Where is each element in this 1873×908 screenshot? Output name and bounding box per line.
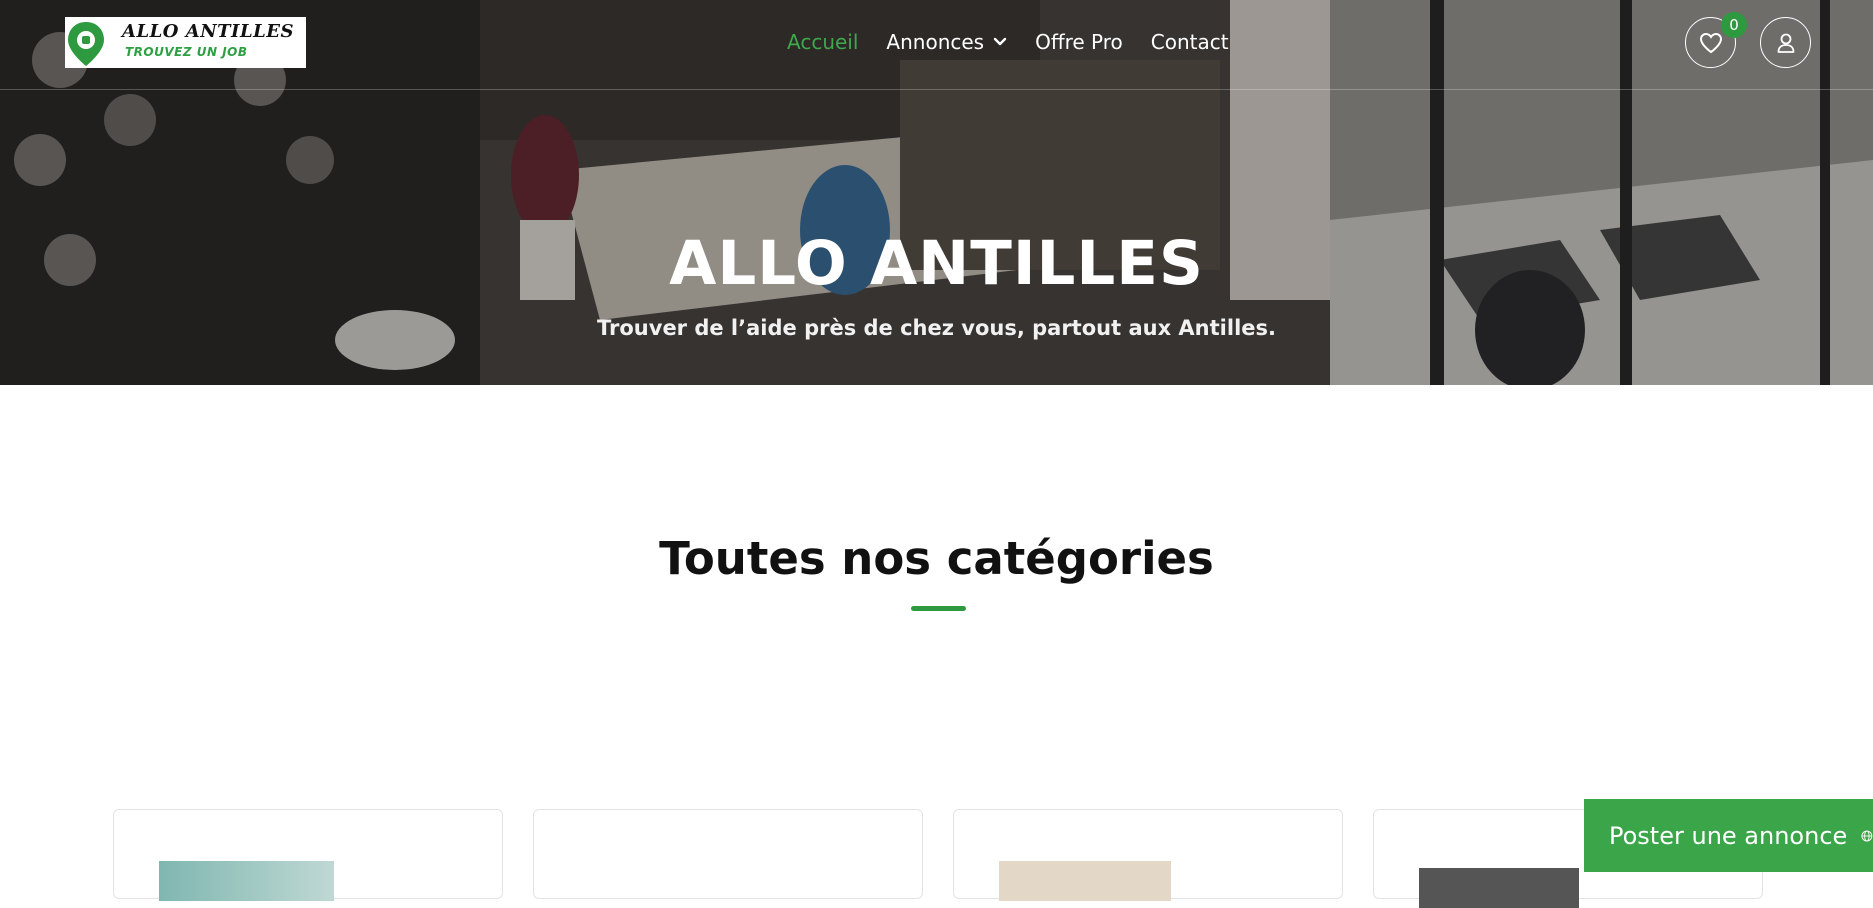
nav-item-offre-pro[interactable]: Offre Pro [1035,30,1123,54]
nav-item-contact[interactable]: Contact [1151,30,1229,54]
hero-title: ALLO ANTILLES [669,228,1204,299]
heart-icon [1699,32,1722,53]
logo-title: ALLO ANTILLES [122,21,294,42]
title-underline [911,606,966,611]
category-card[interactable] [953,809,1343,901]
post-ad-label: Poster une annonce [1609,821,1848,850]
nav-item-label: Offre Pro [1035,30,1123,54]
nav-item-annonces[interactable]: Annonces [886,30,1007,54]
categories-title: Toutes nos catégories [659,532,1214,585]
category-card[interactable] [113,809,503,901]
chevron-down-icon [993,37,1007,46]
nav-item-accueil[interactable]: Accueil [787,30,858,54]
category-image [999,861,1171,901]
globe-icon [1861,830,1873,841]
account-button[interactable] [1760,17,1811,68]
top-navbar: ALLO ANTILLES TROUVEZ UN JOB Accueil Ann… [0,0,1873,90]
logo-tagline: TROUVEZ UN JOB [125,45,248,59]
category-card[interactable] [533,809,923,899]
nav-item-label: Accueil [787,30,859,54]
nav-item-label: Contact [1150,30,1229,54]
user-icon [1777,33,1794,53]
wishlist-count-badge: 0 [1721,12,1747,38]
main-menu: Accueil Annonces Offre Pro Contact [787,30,1257,54]
hero-subtitle: Trouver de l’aide près de chez vous, par… [597,316,1276,340]
site-logo[interactable]: ALLO ANTILLES TROUVEZ UN JOB [65,17,306,68]
category-image [1419,868,1579,908]
category-image [159,861,334,901]
map-pin-icon [68,22,104,66]
nav-item-label: Annonces [886,30,985,54]
post-ad-button[interactable]: Poster une annonce [1584,799,1873,872]
